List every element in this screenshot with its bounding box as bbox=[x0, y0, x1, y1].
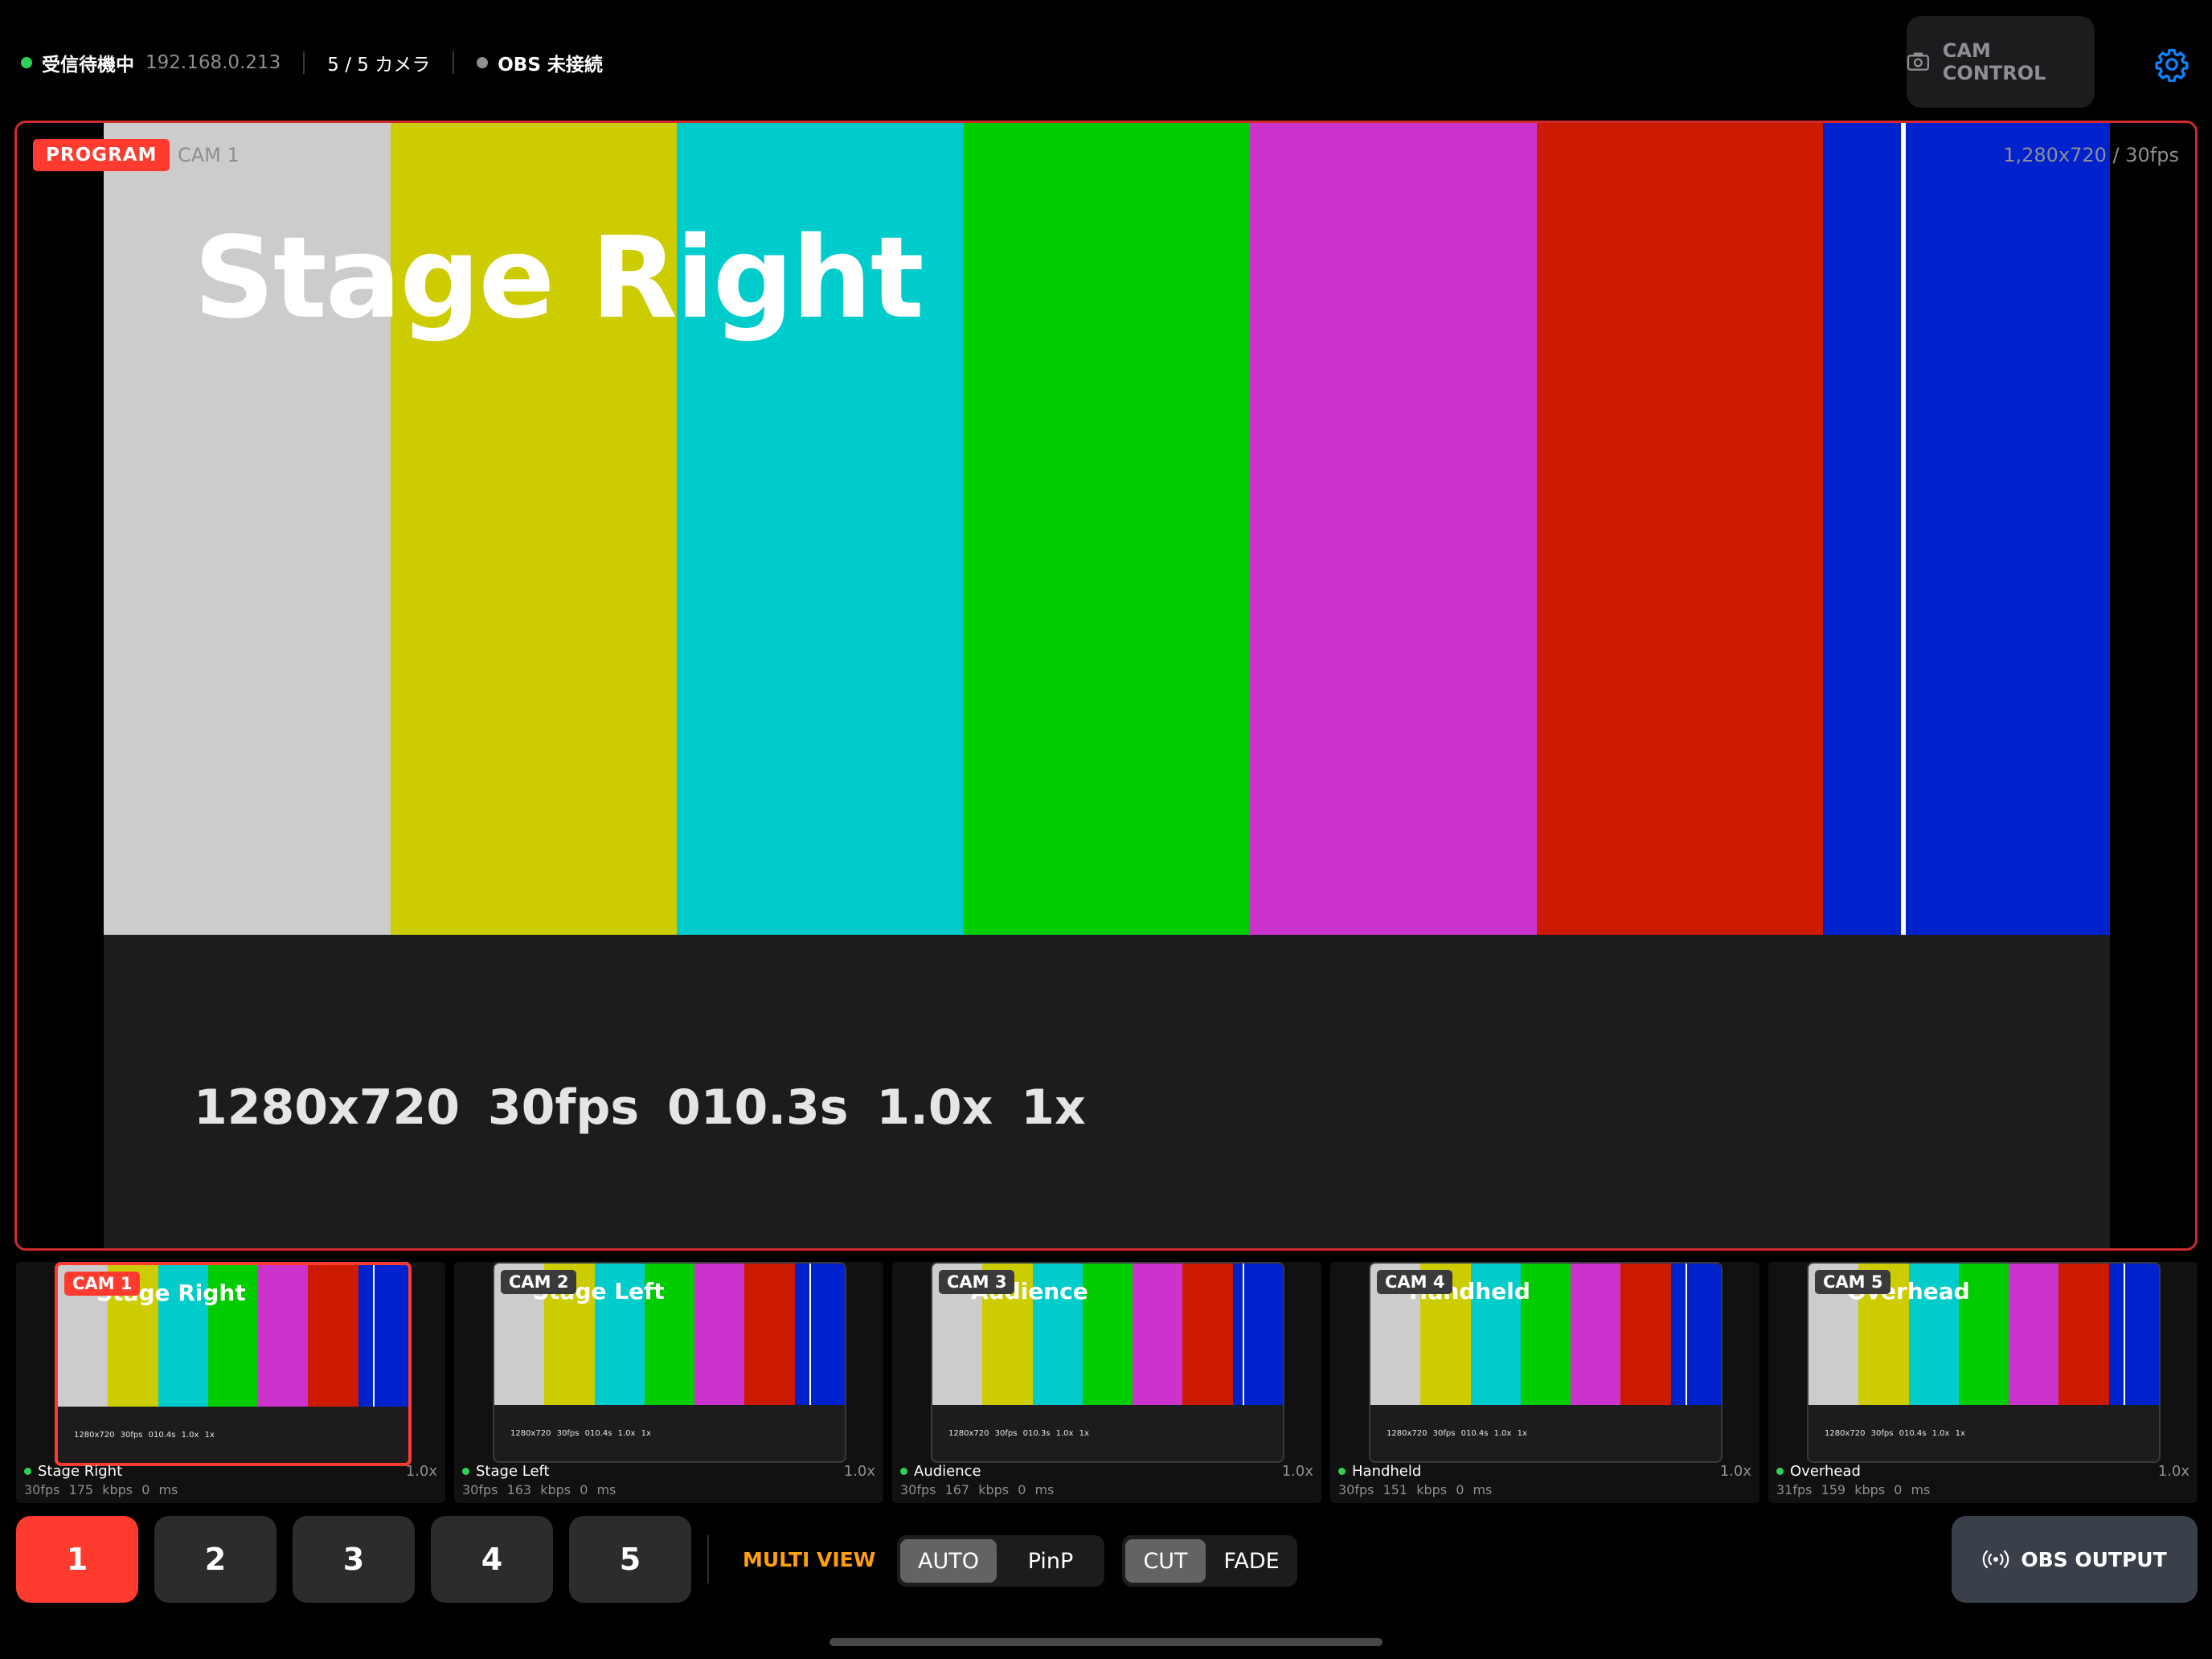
status-divider bbox=[303, 51, 305, 74]
program-video-title: Stage Right bbox=[194, 213, 924, 344]
obs-output-label: OBS OUTPUT bbox=[2021, 1547, 2167, 1571]
camera-badge: CAM 3 bbox=[939, 1270, 1015, 1294]
camera-online-dot bbox=[462, 1468, 469, 1475]
camera-badge: CAM 5 bbox=[1815, 1270, 1891, 1294]
obs-status-dot bbox=[477, 57, 489, 68]
camera-badge: CAM 1 bbox=[64, 1272, 141, 1296]
camera-zoom: 1.0x bbox=[2157, 1463, 2189, 1480]
camera-zoom: 1.0x bbox=[405, 1463, 437, 1480]
camera-thumbnail[interactable]: Audience 1280x720 30fps 010.3s 1.0x 1x C… bbox=[931, 1262, 1284, 1463]
camera-name-label: Audience bbox=[914, 1463, 981, 1480]
camera-name: Stage Right bbox=[24, 1463, 122, 1480]
cam-control-button[interactable]: CAM CONTROL bbox=[1907, 16, 2095, 108]
obs-output-button[interactable]: OBS OUTPUT bbox=[1952, 1516, 2198, 1603]
camera-tile-4[interactable]: Handheld 1280x720 30fps 010.4s 1.0x 1x C… bbox=[1330, 1262, 1759, 1503]
multiview-button[interactable]: MULTI VIEW bbox=[743, 1548, 875, 1571]
camera-button-5[interactable]: 5 bbox=[569, 1516, 691, 1603]
program-badge: PROGRAM bbox=[33, 139, 170, 171]
camera-online-dot bbox=[900, 1468, 907, 1475]
program-resolution: 1,280x720 / 30fps bbox=[2003, 144, 2179, 166]
camera-online-dot bbox=[1776, 1468, 1784, 1475]
gear-icon[interactable] bbox=[2154, 47, 2189, 82]
transition-toggle: CUT FADE bbox=[1122, 1535, 1297, 1587]
camera-button-1[interactable]: 1 bbox=[16, 1516, 138, 1603]
camera-name-label: Handheld bbox=[1352, 1463, 1422, 1480]
camera-badge: CAM 4 bbox=[1377, 1270, 1453, 1294]
thumbnail-info: 1280x720 30fps 010.3s 1.0x 1x bbox=[948, 1429, 1089, 1438]
thumbnail-info: 1280x720 30fps 010.4s 1.0x 1x bbox=[1825, 1429, 1965, 1438]
controls-divider bbox=[707, 1535, 709, 1583]
camera-stats: 30fps 167 kbps 0 ms bbox=[900, 1482, 1055, 1497]
camera-name-label: Stage Right bbox=[38, 1463, 123, 1480]
obs-status: OBS 未接続 bbox=[498, 55, 603, 76]
camera-name-label: Overhead bbox=[1790, 1463, 1861, 1480]
camera-stats: 30fps 163 kbps 0 ms bbox=[462, 1482, 616, 1497]
camera-tile-2[interactable]: Stage Left 1280x720 30fps 010.4s 1.0x 1x… bbox=[454, 1262, 883, 1503]
camera-name: Audience bbox=[900, 1463, 981, 1480]
program-monitor: Stage Right 1280x720 30fps 010.3s 1.0x 1… bbox=[14, 121, 2198, 1251]
camera-button-2[interactable]: 2 bbox=[154, 1516, 276, 1603]
camera-zoom: 1.0x bbox=[1281, 1463, 1313, 1480]
cam-control-label: CAM CONTROL bbox=[1942, 39, 2046, 84]
camera-online-dot bbox=[24, 1468, 31, 1475]
program-video-info: 1280x720 30fps 010.3s 1.0x 1x bbox=[194, 1079, 1086, 1136]
receive-status-dot bbox=[21, 57, 32, 68]
home-indicator[interactable] bbox=[830, 1638, 1382, 1646]
ip-address: 192.168.0.213 bbox=[145, 52, 281, 73]
program-camera-label: CAM 1 bbox=[178, 144, 240, 166]
thumbnail-info: 1280x720 30fps 010.4s 1.0x 1x bbox=[74, 1431, 215, 1440]
layout-mode-toggle: AUTO PinP bbox=[897, 1535, 1104, 1587]
camera-thumbnail[interactable]: Stage Right 1280x720 30fps 010.4s 1.0x 1… bbox=[55, 1262, 412, 1466]
camera-button-4[interactable]: 4 bbox=[431, 1516, 553, 1603]
camera-zoom: 1.0x bbox=[1719, 1463, 1751, 1480]
camera-name: Overhead bbox=[1776, 1463, 1861, 1480]
camera-name: Stage Left bbox=[462, 1463, 550, 1480]
camera-thumbnail[interactable]: Stage Left 1280x720 30fps 010.4s 1.0x 1x… bbox=[493, 1262, 846, 1463]
camera-badge: CAM 2 bbox=[501, 1270, 577, 1294]
transition-cut-option[interactable]: CUT bbox=[1125, 1539, 1206, 1583]
layout-auto-option[interactable]: AUTO bbox=[900, 1539, 997, 1583]
camera-online-dot bbox=[1338, 1468, 1346, 1475]
program-video: Stage Right 1280x720 30fps 010.3s 1.0x 1… bbox=[104, 123, 2111, 1248]
camera-stats: 30fps 175 kbps 0 ms bbox=[24, 1482, 178, 1497]
camera-stats: 30fps 151 kbps 0 ms bbox=[1338, 1482, 1493, 1497]
camera-button-3[interactable]: 3 bbox=[293, 1516, 415, 1603]
camera-count: 5 / 5 カメラ bbox=[327, 55, 431, 76]
camera-thumbnail[interactable]: Handheld 1280x720 30fps 010.4s 1.0x 1x C… bbox=[1369, 1262, 1722, 1463]
receive-status: 受信待機中 bbox=[42, 55, 134, 76]
status-divider bbox=[453, 51, 455, 74]
camera-icon bbox=[1907, 52, 1930, 71]
camera-zoom: 1.0x bbox=[843, 1463, 875, 1480]
thumbnail-info: 1280x720 30fps 010.4s 1.0x 1x bbox=[1387, 1429, 1527, 1438]
transition-fade-option[interactable]: FADE bbox=[1209, 1539, 1294, 1583]
camera-name: Handheld bbox=[1338, 1463, 1421, 1480]
camera-tile-1[interactable]: Stage Right 1280x720 30fps 010.4s 1.0x 1… bbox=[16, 1262, 445, 1503]
thumbnail-info: 1280x720 30fps 010.4s 1.0x 1x bbox=[510, 1429, 651, 1438]
status-bar: 受信待機中 192.168.0.213 5 / 5 カメラ OBS 未接続 bbox=[21, 45, 603, 80]
camera-name-label: Stage Left bbox=[476, 1463, 550, 1480]
camera-stats: 31fps 159 kbps 0 ms bbox=[1776, 1482, 1931, 1497]
camera-tile-5[interactable]: Overhead 1280x720 30fps 010.4s 1.0x 1x C… bbox=[1768, 1262, 2198, 1503]
camera-tile-3[interactable]: Audience 1280x720 30fps 010.3s 1.0x 1x C… bbox=[892, 1262, 1321, 1503]
broadcast-icon bbox=[1983, 1550, 2009, 1569]
layout-pinp-option[interactable]: PinP bbox=[1000, 1539, 1101, 1583]
camera-thumbnail[interactable]: Overhead 1280x720 30fps 010.4s 1.0x 1x C… bbox=[1807, 1262, 2161, 1463]
